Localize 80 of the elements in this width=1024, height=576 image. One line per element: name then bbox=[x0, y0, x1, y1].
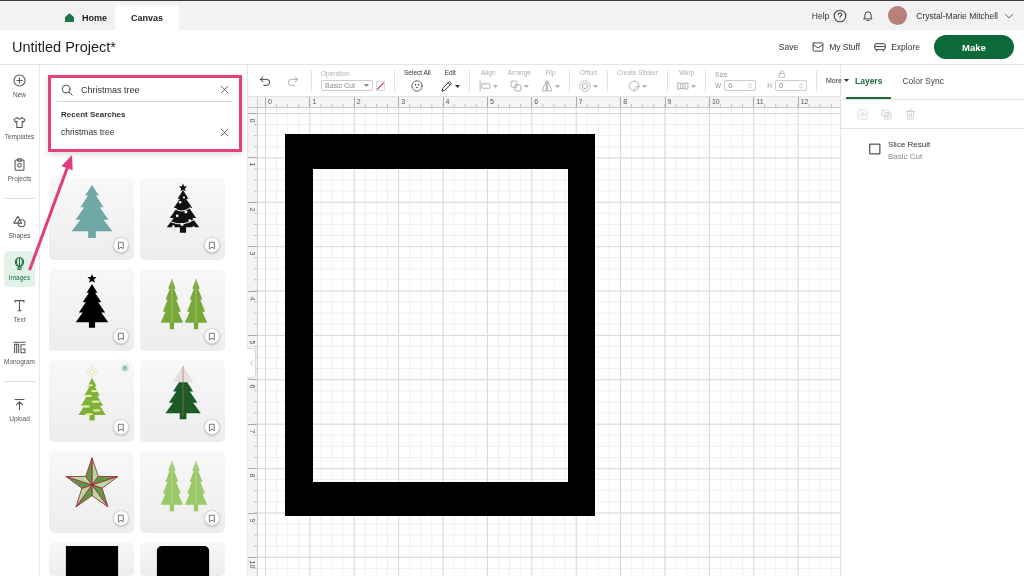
layer-operation: Basic Cut bbox=[888, 152, 924, 161]
monogram-icon bbox=[13, 341, 26, 354]
spinner-icon bbox=[797, 81, 804, 90]
make-button[interactable]: Make bbox=[934, 35, 1014, 59]
caret-icon bbox=[523, 84, 529, 88]
my-stuff-button[interactable]: My Stuff bbox=[812, 41, 861, 53]
warp-icon bbox=[677, 80, 690, 92]
text-icon bbox=[13, 299, 26, 312]
bookmark-button[interactable] bbox=[113, 328, 129, 344]
sofa-icon bbox=[874, 41, 887, 53]
caret-icon bbox=[592, 84, 598, 88]
image-card[interactable] bbox=[49, 269, 134, 351]
caret-icon bbox=[554, 84, 560, 88]
shapes-icon bbox=[13, 215, 26, 228]
help-link[interactable]: Help bbox=[811, 10, 830, 21]
bookmark-icon bbox=[117, 240, 125, 250]
layer-name[interactable]: Slice Result bbox=[888, 140, 931, 149]
explore-button[interactable]: Explore bbox=[874, 41, 920, 53]
bell-icon[interactable] bbox=[862, 9, 875, 22]
image-card[interactable] bbox=[140, 542, 225, 576]
user-name[interactable]: Crystal-Marie Mitchell bbox=[916, 10, 998, 21]
spinner-icon bbox=[747, 81, 754, 90]
bookmark-icon bbox=[208, 513, 216, 523]
recent-searches-heading: Recent Searches bbox=[61, 110, 127, 119]
frame-shape[interactable] bbox=[285, 134, 595, 516]
bookmark-button[interactable] bbox=[204, 510, 220, 526]
save-button[interactable]: Save bbox=[778, 42, 799, 52]
caret-icon bbox=[691, 84, 697, 88]
bookmark-icon bbox=[208, 240, 216, 250]
clipboard-icon bbox=[13, 158, 26, 171]
caret-icon bbox=[843, 79, 849, 82]
concentric-circles-icon bbox=[578, 80, 591, 92]
bookmark-button[interactable] bbox=[204, 237, 220, 253]
caret-icon bbox=[492, 84, 498, 88]
close-icon[interactable] bbox=[220, 85, 229, 94]
image-card[interactable] bbox=[140, 178, 225, 260]
close-icon[interactable] bbox=[220, 127, 229, 137]
swatch-icon[interactable] bbox=[376, 80, 385, 91]
caret-icon bbox=[641, 84, 647, 88]
balloon-icon bbox=[13, 257, 26, 270]
bookmark-icon bbox=[208, 331, 216, 341]
bookmark-icon bbox=[117, 513, 125, 523]
envelope-icon bbox=[812, 41, 825, 53]
panel-tab[interactable]: Color Sync bbox=[893, 65, 953, 99]
project-title: Untitled Project* bbox=[12, 39, 116, 55]
plus-circle-icon bbox=[13, 74, 26, 87]
house-icon bbox=[64, 12, 75, 23]
align-left-icon bbox=[478, 80, 491, 92]
panel-tab[interactable]: Layers bbox=[846, 65, 892, 99]
upload-icon bbox=[13, 398, 26, 411]
bookmark-button[interactable] bbox=[204, 419, 220, 435]
t-shirt-icon bbox=[13, 116, 26, 129]
chevron-left-icon bbox=[248, 359, 254, 367]
search-icon bbox=[61, 83, 73, 96]
search-field[interactable]: Christmas tree bbox=[57, 78, 233, 102]
bookmark-button[interactable] bbox=[113, 510, 129, 526]
canvas-tab[interactable]: Canvas bbox=[115, 5, 180, 30]
dashed-circle-icon bbox=[411, 80, 424, 92]
bookmark-button[interactable] bbox=[113, 237, 129, 253]
bookmark-icon bbox=[117, 331, 125, 341]
avatar[interactable] bbox=[888, 6, 908, 25]
bookmark-icon bbox=[208, 422, 216, 432]
redo-icon bbox=[287, 74, 299, 87]
square-icon bbox=[869, 143, 881, 155]
bookmark-button[interactable] bbox=[113, 419, 129, 435]
recent-search-item[interactable]: christmas tree bbox=[57, 122, 233, 142]
lock-icon[interactable] bbox=[777, 70, 786, 78]
overlapping-squares-icon bbox=[509, 80, 522, 92]
caret-icon bbox=[454, 84, 460, 88]
help-icon[interactable] bbox=[833, 8, 848, 23]
bookmark-button[interactable] bbox=[204, 328, 220, 344]
flip-icon bbox=[540, 80, 553, 92]
pencil-icon bbox=[440, 80, 453, 92]
home-tab[interactable]: Home bbox=[56, 5, 115, 30]
caret-icon bbox=[364, 84, 369, 87]
image-card[interactable] bbox=[49, 542, 134, 576]
undo-icon bbox=[259, 74, 271, 87]
image-card[interactable] bbox=[140, 360, 225, 442]
sticker-icon bbox=[627, 80, 640, 92]
bookmark-icon bbox=[117, 422, 125, 432]
